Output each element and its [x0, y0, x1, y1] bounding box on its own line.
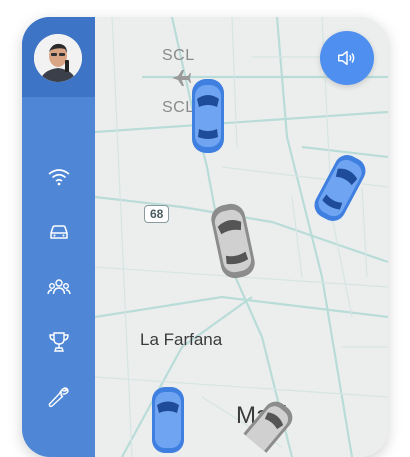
- sidebar-item-groups[interactable]: [22, 267, 95, 307]
- wrench-icon: [48, 387, 69, 408]
- avatar[interactable]: [34, 34, 82, 82]
- sidebar-header: [22, 17, 95, 97]
- speaker-icon: [338, 50, 355, 66]
- place-label: La Farfana: [140, 330, 223, 349]
- route-shield: 68: [144, 205, 170, 223]
- sound-button[interactable]: [320, 31, 374, 85]
- sidebar-item-vehicles[interactable]: [22, 212, 95, 252]
- wifi-icon: [48, 169, 69, 186]
- sidebar-item-rewards[interactable]: [22, 322, 95, 362]
- sidebar: [22, 17, 95, 457]
- car-marker-active[interactable]: [150, 385, 186, 455]
- sidebar-item-settings[interactable]: [22, 377, 95, 417]
- car-icon: [49, 225, 68, 239]
- app-screen: SCL SCL 68 La Farfana Ma ú: [22, 17, 388, 457]
- group-icon: [46, 279, 71, 295]
- car-marker-active[interactable]: [190, 77, 226, 155]
- trophy-icon: [48, 332, 69, 352]
- airport-label: SCL: [162, 47, 195, 64]
- sidebar-item-connection[interactable]: [22, 157, 95, 197]
